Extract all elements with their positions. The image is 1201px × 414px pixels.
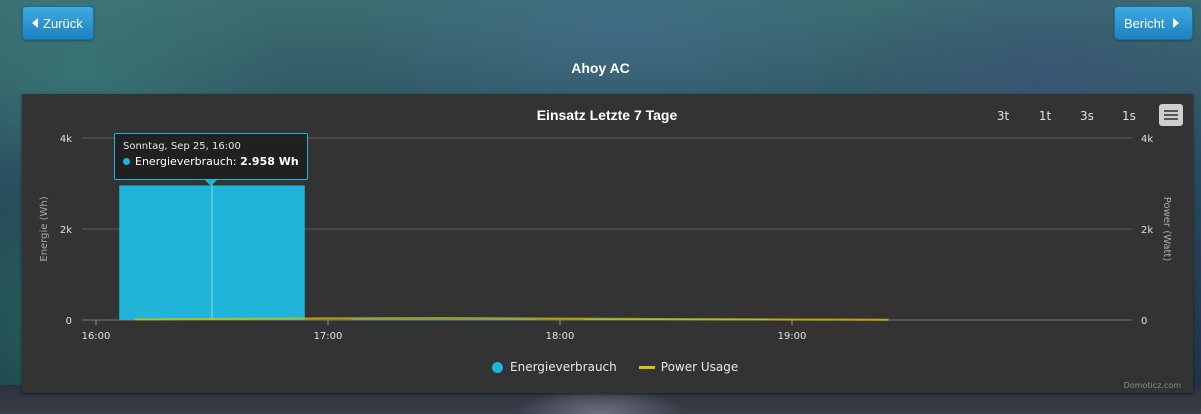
range-button-3t[interactable]: 3t — [997, 109, 1010, 123]
x-tick-label: 16:00 — [82, 331, 111, 342]
chart-menu-button[interactable] — [1159, 104, 1183, 126]
tooltip-arrow — [205, 180, 217, 186]
tooltip-line: Energieverbrauch: 2.958 Wh — [123, 155, 299, 168]
x-tick-label: 19:00 — [778, 331, 807, 342]
chart-panel: Einsatz Letzte 7 Tage 3t 1t 3s 1s 0 0 2k 2k 4k 4k 1… — [22, 94, 1193, 393]
range-button-1t[interactable]: 1t — [1039, 109, 1052, 123]
legend-label: Energieverbrauch — [510, 360, 617, 374]
y-tick-label: 0 — [66, 316, 72, 327]
y-tick-label: 4k — [60, 134, 72, 145]
report-button[interactable]: Bericht — [1114, 6, 1193, 40]
hamburger-icon — [1164, 110, 1178, 112]
legend-item-energy[interactable]: Energieverbrauch — [492, 360, 617, 374]
range-button-3s[interactable]: 3s — [1080, 109, 1094, 123]
report-button-label: Bericht — [1124, 15, 1165, 31]
legend-item-power[interactable]: Power Usage — [638, 360, 739, 374]
caret-right-icon — [1173, 18, 1180, 28]
chart-legend: Energieverbrauch Power Usage — [492, 360, 760, 374]
caret-left-icon — [32, 18, 38, 28]
y2-tick-label: 0 — [1141, 316, 1147, 327]
device-title: Ahoy AC — [571, 60, 630, 76]
chart-tooltip: Sonntag, Sep 25, 16:00 Energieverbrauch:… — [114, 133, 308, 186]
legend-line-icon — [638, 365, 655, 369]
legend-dot-icon — [492, 361, 503, 373]
back-button-label: Zurück — [43, 15, 83, 31]
y-axis-title: Energie (Wh) — [39, 196, 50, 261]
x-tick-label: 18:00 — [546, 331, 575, 342]
y2-axis-title: Power (Watt) — [1161, 197, 1172, 262]
legend-label: Power Usage — [660, 360, 739, 374]
y2-tick-label: 2k — [1141, 225, 1153, 236]
chart-credits[interactable]: Domoticz.com — [1124, 381, 1181, 390]
tooltip-header: Sonntag, Sep 25, 16:00 — [123, 141, 241, 152]
y2-tick-label: 4k — [1141, 134, 1153, 145]
series-dot-icon — [123, 158, 130, 165]
chart-title: Einsatz Letzte 7 Tage — [537, 107, 678, 123]
x-tick-label: 17:00 — [314, 331, 343, 342]
back-button[interactable]: Zurück — [22, 6, 94, 40]
range-button-1s[interactable]: 1s — [1122, 109, 1136, 123]
tooltip-value: 2.958 Wh — [240, 155, 299, 168]
y-tick-label: 2k — [60, 225, 72, 236]
tooltip-series: Energieverbrauch — [135, 155, 233, 168]
